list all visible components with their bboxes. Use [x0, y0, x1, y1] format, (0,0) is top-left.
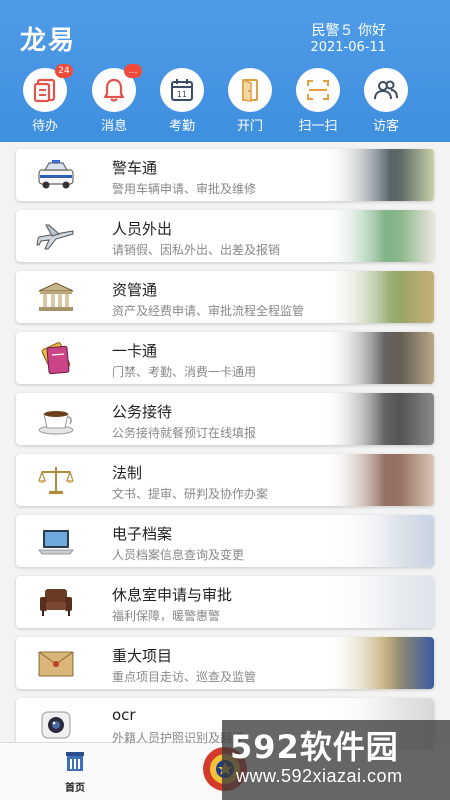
quick-action-open-door[interactable]: 开门 [220, 68, 280, 134]
home-building-icon [66, 752, 84, 771]
service-subtitle: 人员档案信息查询及变更 [112, 548, 245, 562]
envelope-icon [36, 644, 76, 682]
quick-action-label: 访客 [372, 119, 399, 134]
scan-icon [296, 68, 340, 112]
service-legal[interactable]: 法制 文书、提审、研判及协作办案 [16, 454, 434, 506]
card-icon [36, 339, 76, 377]
quick-action-todo[interactable]: 24 待办 [15, 64, 75, 134]
service-title: 一卡通 [112, 342, 158, 360]
service-subtitle: 公务接待就餐预订在线填报 [112, 426, 257, 440]
quick-action-label: 扫一扫 [298, 119, 338, 134]
header: 龙易 民警５ 你好 2021-06-11 24 待办 … 消息 11 考勤 开门… [0, 0, 450, 142]
service-title: 警车通 [112, 159, 158, 177]
scales-icon [36, 461, 76, 499]
calendar-icon: 11 [160, 68, 204, 112]
service-asset-management[interactable]: 资管通 资产及经费申请、审批流程全程监管 [16, 271, 434, 323]
coffee-cup-icon [36, 400, 76, 438]
camera-icon [36, 705, 76, 743]
quick-action-attendance[interactable]: 11 考勤 [152, 68, 212, 134]
service-subtitle: 重点项目走访、巡查及监管 [112, 670, 257, 684]
service-police-car[interactable]: 警车通 警用车辆申请、审批及维修 [16, 149, 434, 201]
watermark-url: www.592xiazai.com [236, 766, 403, 786]
date-display: 2021-06-11 [310, 40, 386, 55]
bank-icon [36, 278, 76, 316]
police-car-icon [36, 156, 76, 194]
quick-action-label: 考勤 [168, 119, 195, 134]
quick-action-label: 待办 [31, 119, 58, 134]
todo-badge: 24 [55, 64, 73, 78]
service-electronic-records[interactable]: 电子档案 人员档案信息查询及变更 [16, 515, 434, 567]
user-greeting: 民警５ 你好 [311, 23, 386, 39]
service-subtitle: 资产及经费申请、审批流程全程监管 [112, 304, 305, 318]
quick-action-label: 开门 [236, 119, 263, 134]
armchair-icon [36, 583, 76, 621]
service-title: 公务接待 [112, 403, 173, 421]
bell-icon: … [92, 64, 142, 112]
watermark-brand: 592软件园 [230, 728, 399, 766]
tab-home[interactable]: 首页 [50, 749, 100, 795]
service-subtitle: 警用车辆申请、审批及维修 [112, 182, 257, 196]
tab-home-label: 首页 [65, 783, 85, 794]
service-subtitle: 福利保障，暖警惠警 [112, 609, 221, 623]
service-subtitle: 文书、提审、研判及协作办案 [112, 487, 269, 501]
quick-action-scan[interactable]: 扫一扫 [288, 68, 348, 134]
service-all-in-one-card[interactable]: 一卡通 门禁、考勤、消费一卡通用 [16, 332, 434, 384]
service-title: 休息室申请与审批 [112, 586, 233, 604]
app-title: 龙易 [20, 26, 77, 56]
visitors-icon [364, 68, 408, 112]
service-lounge-application[interactable]: 休息室申请与审批 福利保障，暖警惠警 [16, 576, 434, 628]
todo-icon: 24 [23, 64, 73, 112]
site-watermark: 592软件园 www.592xiazai.com [222, 720, 450, 800]
service-title: 重大项目 [112, 647, 173, 665]
airplane-icon [36, 217, 76, 255]
service-official-reception[interactable]: 公务接待 公务接待就餐预订在线填报 [16, 393, 434, 445]
service-subtitle: 请销假、因私外出、出差及报销 [112, 243, 281, 257]
service-title: ocr [112, 706, 136, 724]
laptop-icon [36, 522, 76, 560]
service-staff-outing[interactable]: 人员外出 请销假、因私外出、出差及报销 [16, 210, 434, 262]
service-major-projects[interactable]: 重大项目 重点项目走访、巡查及监管 [16, 637, 434, 689]
quick-action-messages[interactable]: … 消息 [84, 64, 144, 134]
quick-action-label: 消息 [100, 119, 127, 134]
service-title: 人员外出 [112, 220, 173, 238]
service-title: 资管通 [112, 281, 158, 299]
messages-badge: … [124, 64, 142, 78]
service-list: 警车通 警用车辆申请、审批及维修 人员外出 请销假、因私外出、出差及报销 资管通… [0, 142, 450, 750]
service-title: 法制 [112, 464, 143, 482]
calendar-day: 11 [177, 90, 187, 99]
quick-actions: 24 待办 … 消息 11 考勤 开门 扫一扫 访客 [0, 64, 450, 134]
door-icon [228, 68, 272, 112]
service-subtitle: 门禁、考勤、消费一卡通用 [112, 365, 257, 379]
service-title: 电子档案 [112, 525, 173, 543]
quick-action-visitors[interactable]: 访客 [356, 68, 416, 134]
